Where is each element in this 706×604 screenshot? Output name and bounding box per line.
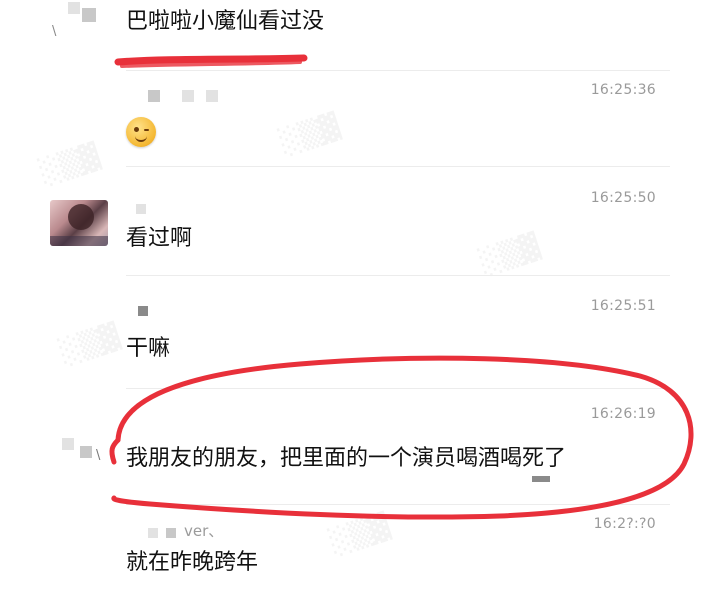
divider — [126, 70, 670, 71]
blurred-avatar — [62, 438, 74, 450]
blurred-sender-name — [136, 204, 146, 214]
watermark: ░▒▓ — [36, 141, 104, 189]
message-text: 干嘛 — [126, 336, 171, 361]
divider — [126, 166, 670, 167]
underline-stroke — [114, 54, 308, 66]
blurred-sender-name — [182, 90, 194, 102]
watermark: ░▒▓ — [276, 111, 344, 159]
message-text: 巴啦啦小魔仙看过没 — [126, 9, 325, 34]
circle-stroke — [111, 355, 694, 520]
chat-history: ░▒▓ ░▒▓ ░▒▓ ░▒▓ ░▒▓ \ 巴啦啦小魔仙看过没 16:25:36… — [0, 0, 706, 604]
watermark: ░▒▓ — [326, 511, 394, 559]
message-timestamp: 16:25:50 — [590, 190, 656, 206]
message-timestamp: 16:25:51 — [590, 298, 656, 314]
blurred-sender-name — [166, 528, 176, 538]
watermark: ░▒▓ — [476, 231, 544, 279]
blurred-sender-name — [206, 90, 218, 102]
message-text: 就在昨晚跨年 — [126, 550, 259, 575]
message-text: 我朋友的朋友，把里面的一个演员喝酒喝死了 — [126, 446, 567, 471]
wink-emoji-icon — [126, 117, 156, 147]
underline-stroke — [120, 60, 302, 68]
blurred-avatar — [80, 446, 92, 458]
avatar[interactable] — [50, 200, 108, 246]
divider — [126, 275, 670, 276]
blurred-sender-name — [148, 528, 158, 538]
message-timestamp: 16:25:36 — [590, 82, 656, 98]
divider — [126, 388, 670, 389]
blurred-avatar — [68, 2, 80, 14]
message-text: 看过啊 — [126, 226, 193, 251]
circle-stroke — [109, 437, 121, 465]
watermark: ░▒▓ — [56, 321, 124, 369]
divider — [126, 504, 670, 505]
sender-name: ver、 — [184, 522, 224, 540]
message-timestamp: 16:2?:?0 — [593, 516, 656, 532]
message-timestamp: 16:26:19 — [590, 406, 656, 422]
sender-mark: \ — [96, 448, 101, 463]
blurred-sender-name — [148, 90, 160, 102]
blurred-avatar — [82, 8, 96, 22]
blurred-sender-name — [138, 306, 148, 316]
blurred-fragment — [532, 476, 550, 482]
sender-mark: \ — [52, 24, 57, 39]
